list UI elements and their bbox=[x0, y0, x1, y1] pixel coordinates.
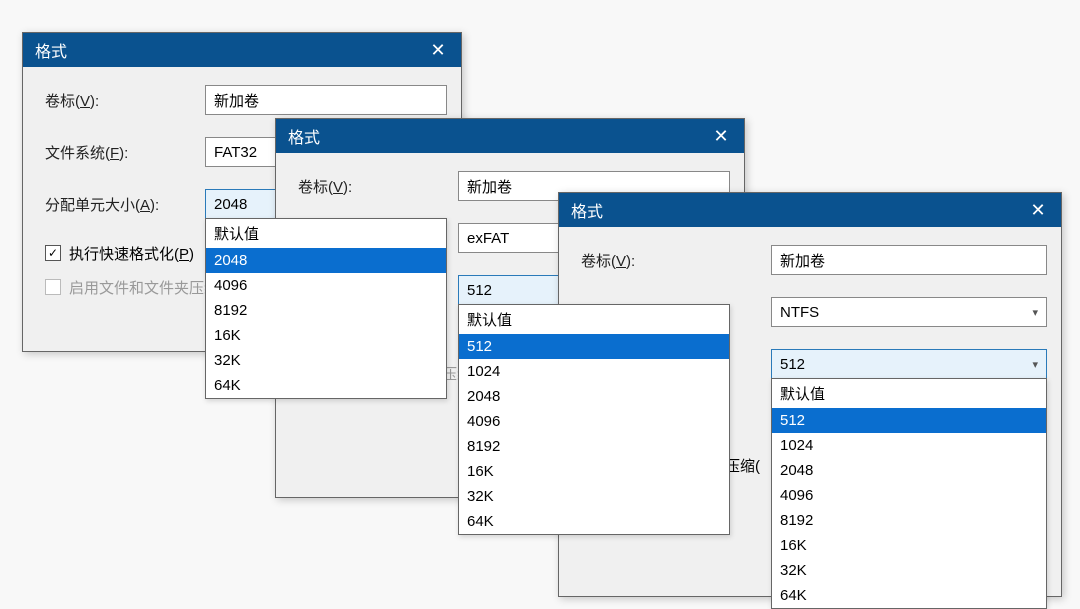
dropdown-option[interactable]: 默认值 bbox=[206, 219, 446, 248]
close-button[interactable]: ✕ bbox=[698, 119, 744, 153]
close-icon: ✕ bbox=[430, 40, 445, 61]
dropdown-option[interactable]: 64K bbox=[459, 509, 729, 534]
allocation-value: 2048 bbox=[214, 196, 247, 213]
allocation-value: 512 bbox=[780, 356, 805, 373]
allocation-value: 512 bbox=[467, 282, 492, 299]
dropdown-option[interactable]: 8192 bbox=[459, 434, 729, 459]
allocation-dropdown: 默认值 512 1024 2048 4096 8192 16K 32K 64K bbox=[458, 304, 730, 535]
allocation-select[interactable]: 512 ▾ 默认值 512 1024 2048 4096 8192 16K 32… bbox=[771, 349, 1047, 379]
close-icon: ✕ bbox=[1030, 200, 1045, 221]
filesystem-value: FAT32 bbox=[214, 144, 257, 161]
close-icon: ✕ bbox=[713, 126, 728, 147]
dropdown-option[interactable]: 512 bbox=[459, 334, 729, 359]
dropdown-option[interactable]: 默认值 bbox=[772, 379, 1046, 408]
filesystem-select[interactable]: NTFS ▾ bbox=[771, 297, 1047, 327]
chevron-down-icon: ▾ bbox=[1032, 358, 1038, 371]
dropdown-option[interactable]: 8192 bbox=[206, 298, 446, 323]
volume-label-row: 卷标(V): bbox=[45, 85, 447, 115]
window-title: 格式 bbox=[288, 124, 320, 148]
volume-label: 卷标(V): bbox=[45, 90, 205, 111]
dropdown-option[interactable]: 32K bbox=[459, 484, 729, 509]
titlebar: 格式 ✕ bbox=[23, 33, 461, 67]
titlebar: 格式 ✕ bbox=[276, 119, 744, 153]
volume-label-input[interactable] bbox=[771, 245, 1047, 275]
dropdown-option[interactable]: 4096 bbox=[459, 409, 729, 434]
window-title: 格式 bbox=[35, 38, 67, 62]
dropdown-option[interactable]: 64K bbox=[206, 373, 446, 398]
filesystem-label: 文件系统(F): bbox=[45, 142, 205, 163]
allocation-dropdown: 默认值 2048 4096 8192 16K 32K 64K bbox=[205, 218, 447, 399]
dropdown-option[interactable]: 2048 bbox=[459, 384, 729, 409]
dropdown-option[interactable]: 64K bbox=[772, 583, 1046, 608]
volume-label-row: 卷标(V): bbox=[581, 245, 1047, 275]
dropdown-option[interactable]: 4096 bbox=[206, 273, 446, 298]
close-button[interactable]: ✕ bbox=[415, 33, 461, 67]
dropdown-option[interactable]: 32K bbox=[206, 348, 446, 373]
dropdown-option[interactable]: 16K bbox=[206, 323, 446, 348]
dropdown-option[interactable]: 2048 bbox=[206, 248, 446, 273]
close-button[interactable]: ✕ bbox=[1015, 193, 1061, 227]
filesystem-value: exFAT bbox=[467, 230, 509, 247]
dropdown-option[interactable]: 1024 bbox=[772, 433, 1046, 458]
dropdown-option[interactable]: 1024 bbox=[459, 359, 729, 384]
allocation-label: 分配单元大小(A): bbox=[45, 194, 205, 215]
allocation-dropdown: 默认值 512 1024 2048 4096 8192 16K 32K 64K bbox=[771, 378, 1047, 609]
chevron-down-icon: ▾ bbox=[1032, 306, 1038, 319]
dropdown-option[interactable]: 16K bbox=[772, 533, 1046, 558]
dropdown-option[interactable]: 512 bbox=[772, 408, 1046, 433]
dropdown-option[interactable]: 16K bbox=[459, 459, 729, 484]
dropdown-option[interactable]: 默认值 bbox=[459, 305, 729, 334]
quick-format-checkbox[interactable] bbox=[45, 245, 61, 261]
volume-label: 卷标(V): bbox=[581, 250, 771, 271]
volume-label: 卷标(V): bbox=[298, 176, 458, 197]
filesystem-value: NTFS bbox=[780, 304, 819, 321]
dropdown-option[interactable]: 32K bbox=[772, 558, 1046, 583]
volume-label-input[interactable] bbox=[205, 85, 447, 115]
titlebar: 格式 ✕ bbox=[559, 193, 1061, 227]
compress-label: 启用文件和文件夹压缩( bbox=[69, 277, 224, 298]
dropdown-option[interactable]: 8192 bbox=[772, 508, 1046, 533]
window-title: 格式 bbox=[571, 198, 603, 222]
dropdown-option[interactable]: 2048 bbox=[772, 458, 1046, 483]
dropdown-option[interactable]: 4096 bbox=[772, 483, 1046, 508]
quick-format-label: 执行快速格式化(P) bbox=[69, 243, 194, 264]
compress-checkbox bbox=[45, 279, 61, 295]
